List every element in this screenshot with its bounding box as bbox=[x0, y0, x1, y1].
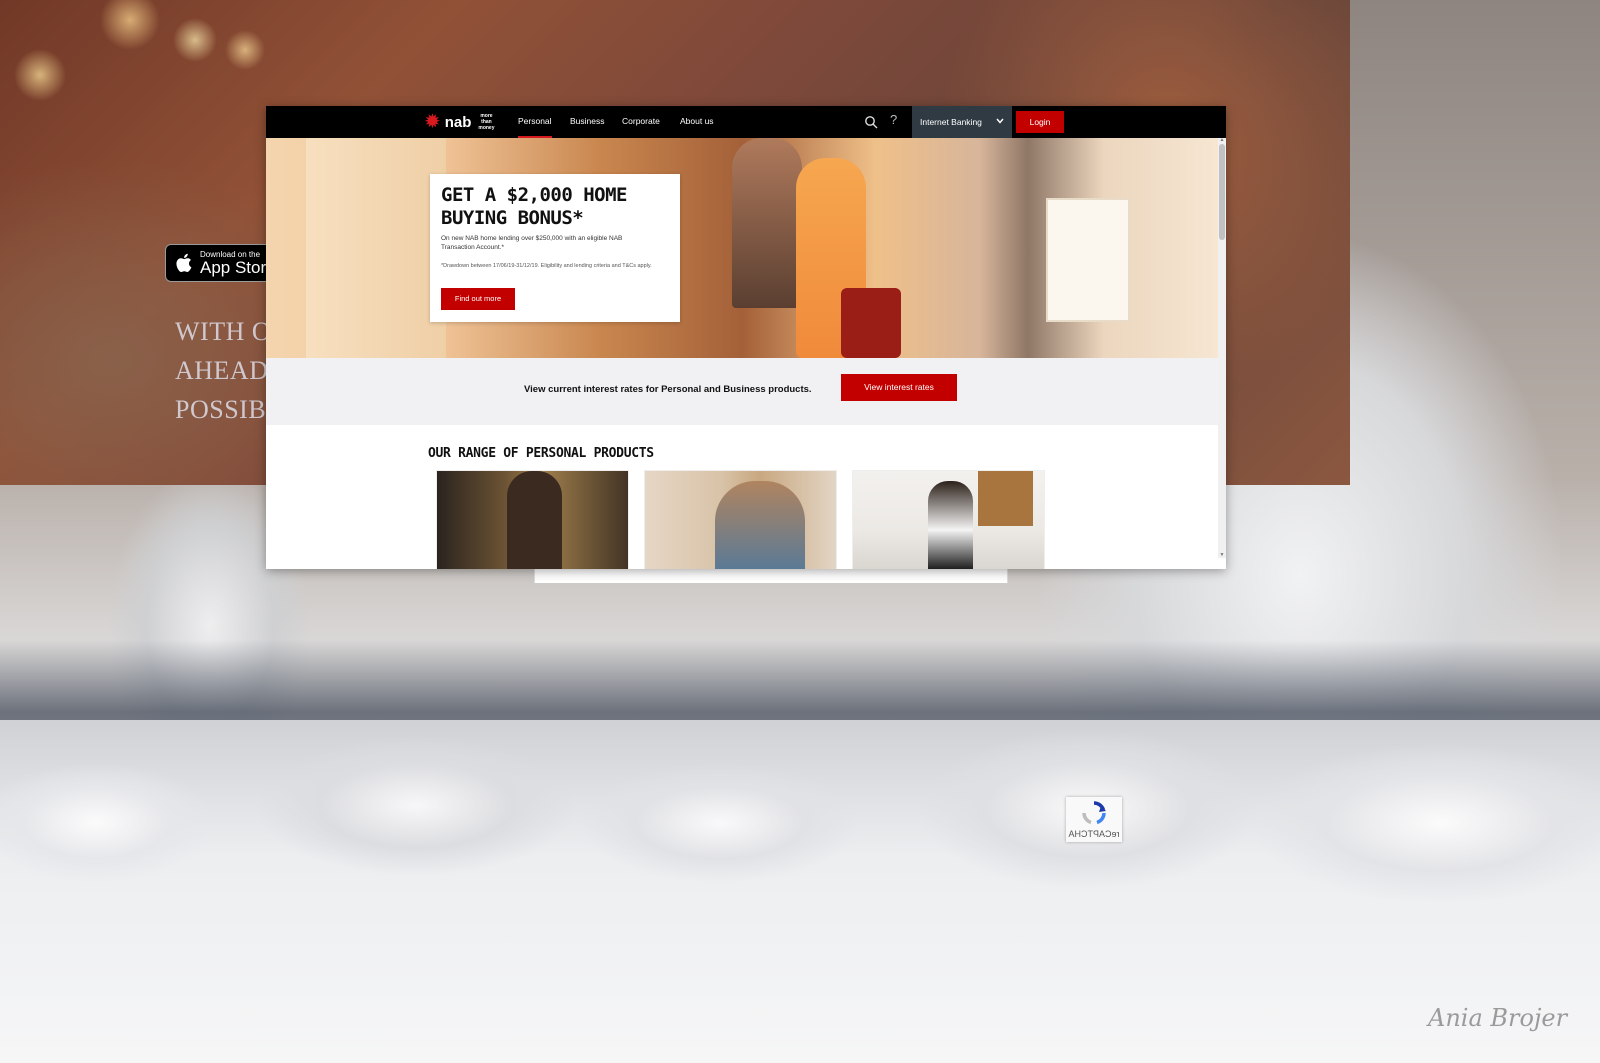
product-photo-photographer bbox=[928, 481, 973, 569]
photographer-watermark: Ania Brojer bbox=[1428, 1004, 1568, 1032]
browser-footer-strip bbox=[534, 569, 1008, 583]
recaptcha-label: reCAPTCHA bbox=[1068, 829, 1120, 839]
hero-promo-card: GET A $2,000 HOME BUYING BONUS* On new N… bbox=[430, 174, 680, 322]
interest-rates-text: View current interest rates for Personal… bbox=[524, 384, 812, 395]
hero-body: On new NAB home lending over $250,000 wi… bbox=[441, 235, 623, 251]
product-photo-door bbox=[978, 471, 1033, 526]
product-card[interactable] bbox=[644, 470, 837, 569]
product-photo-people-hugging bbox=[715, 481, 805, 569]
hero-photo-door bbox=[306, 138, 446, 358]
chevron-down-icon bbox=[996, 118, 1004, 124]
search-icon[interactable] bbox=[864, 115, 878, 129]
login-button[interactable]: Login bbox=[1016, 111, 1064, 133]
recaptcha-icon bbox=[1082, 801, 1106, 825]
products-section-title: OUR RANGE OF PERSONAL PRODUCTS bbox=[428, 446, 654, 461]
nav-corporate[interactable]: Corporate bbox=[622, 106, 660, 138]
nab-star-icon: ✹ bbox=[424, 111, 441, 133]
background-snow bbox=[0, 720, 1600, 1063]
embedded-browser-window: ✹ nab more than money Personal Business … bbox=[266, 106, 1226, 569]
hero-banner: GET A $2,000 HOME BUYING BONUS* On new N… bbox=[266, 138, 1218, 358]
recaptcha-badge[interactable]: reCAPTCHA bbox=[1066, 797, 1122, 842]
scrollbar-thumb[interactable] bbox=[1219, 144, 1225, 240]
slogan-line: WITH O bbox=[175, 317, 272, 346]
nav-about-us[interactable]: About us bbox=[680, 106, 714, 138]
scroll-up-icon[interactable]: ▲ bbox=[1219, 138, 1225, 143]
scroll-down-icon[interactable]: ▼ bbox=[1219, 553, 1225, 558]
nav-personal[interactable]: Personal bbox=[518, 106, 552, 138]
help-icon[interactable]: ? bbox=[890, 112, 897, 127]
nab-wordmark: nab bbox=[444, 113, 472, 131]
top-navigation: ✹ nab more than money Personal Business … bbox=[266, 106, 1226, 138]
interest-rates-band: View current interest rates for Personal… bbox=[266, 358, 1218, 425]
slogan-line: POSSIBI bbox=[175, 395, 276, 424]
hero-photo-window bbox=[1046, 198, 1130, 322]
hero-photo-adult bbox=[732, 138, 802, 308]
background-slogan: WITH O AHEAD POSSIBI bbox=[175, 312, 275, 429]
internet-banking-dropdown[interactable]: Internet Banking bbox=[912, 106, 1012, 138]
product-photo-person bbox=[507, 471, 562, 569]
product-card[interactable] bbox=[436, 470, 629, 569]
find-out-more-button[interactable]: Find out more bbox=[441, 288, 515, 310]
app-store-badge[interactable]: Download on the App Store bbox=[165, 244, 277, 282]
nab-logo[interactable]: ✹ nab more than money bbox=[424, 112, 497, 132]
internet-banking-label: Internet Banking bbox=[920, 117, 982, 127]
apple-icon bbox=[176, 253, 192, 272]
hero-title: GET A $2,000 HOME BUYING BONUS* bbox=[441, 184, 627, 229]
hero-fine-print: *Drawdown between 17/06/19-31/12/19. Eli… bbox=[441, 263, 652, 269]
hero-photo-suitcase bbox=[841, 288, 901, 358]
product-card[interactable] bbox=[852, 470, 1045, 569]
app-store-big-text: App Store bbox=[200, 257, 276, 277]
nab-tagline: more than money bbox=[478, 113, 495, 131]
view-interest-rates-button[interactable]: View interest rates bbox=[841, 374, 957, 401]
nav-business[interactable]: Business bbox=[570, 106, 605, 138]
page-scrollbar[interactable]: ▲ ▼ bbox=[1218, 138, 1226, 558]
slogan-line: AHEAD bbox=[175, 356, 269, 385]
